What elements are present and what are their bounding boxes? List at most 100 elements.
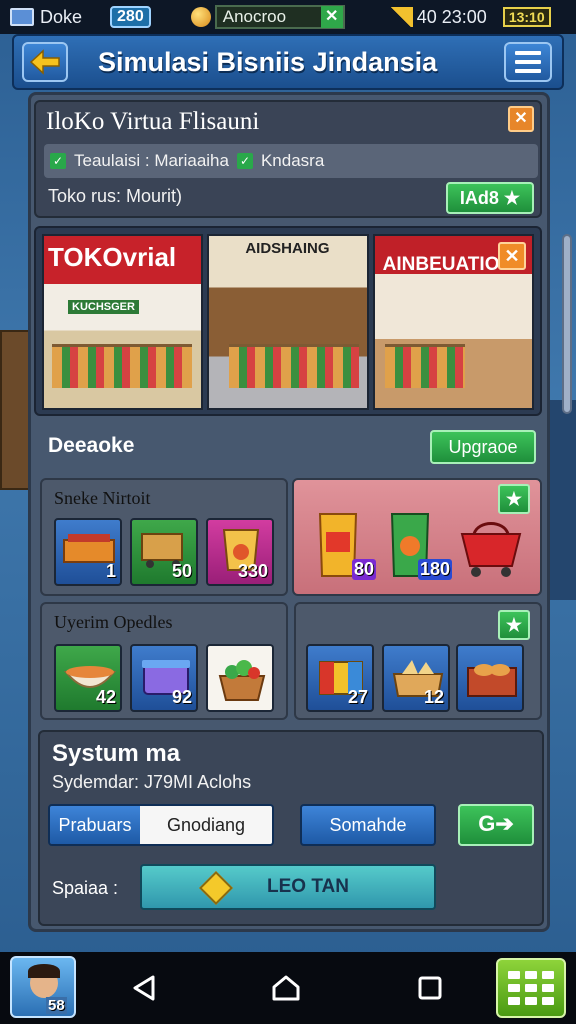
grid-cell	[542, 971, 554, 979]
background-shelf-left	[0, 330, 30, 490]
grid-cell	[525, 984, 537, 992]
grid-cell	[542, 997, 554, 1005]
segmented-control: Prabuars Gnodiang	[48, 804, 274, 846]
menu-icon-bar	[515, 60, 541, 64]
store-status: Toko rus: Mourit)	[48, 186, 183, 206]
grid-cell	[525, 971, 537, 979]
avatar[interactable]: 58	[10, 956, 76, 1018]
grid-menu-button[interactable]	[496, 958, 566, 1018]
upgrade-button[interactable]: Upgraoe	[430, 430, 536, 464]
store-tags: ✓ Teaulaisi : Mariaaiha ✓ Kndasra	[44, 144, 538, 178]
dish-item-2[interactable]: 92	[130, 644, 198, 712]
app-header: Simulasi Bisniis Jindansia	[12, 34, 564, 90]
stock-item-2[interactable]: 50	[130, 518, 198, 586]
page-title: Simulasi Bisniis Jindansia	[98, 46, 438, 77]
dish-item-2-value: 92	[171, 687, 192, 707]
back-button[interactable]	[22, 42, 68, 82]
section-label: Deeaoke	[48, 434, 135, 457]
promo-item-2-value: 180	[417, 559, 452, 580]
dish-item-1-value: 42	[95, 687, 116, 707]
stock-item-2-value: 50	[171, 561, 192, 581]
shop-image-1[interactable]: TOKOvrial KUCHSGER	[42, 234, 204, 410]
store-name: IloKo Virtua Flisauni	[46, 108, 260, 135]
status-pill: 280	[110, 6, 151, 28]
promo-item-2[interactable]: 180	[388, 512, 452, 582]
menu-icon-bar	[515, 51, 541, 55]
grid-cell	[525, 997, 537, 1005]
arrow-left-icon	[29, 49, 60, 75]
promo-item-1-value: 80	[351, 559, 376, 580]
box-item-1[interactable]: 27	[306, 644, 374, 712]
stock-item-1[interactable]: 1	[54, 518, 122, 586]
grid-cell	[508, 997, 520, 1005]
progress-label: LEO TAN	[267, 876, 349, 897]
system-title: Systum ma	[52, 740, 181, 767]
shop-image-2[interactable]: AIDSHAING	[207, 234, 369, 410]
navigation-bar: 58	[0, 952, 576, 1024]
stock-panel: Sneke Nirtoit 1 50 330	[40, 478, 288, 596]
dish-panel: Uyerim Opedles 42 92	[40, 602, 288, 720]
menu-icon-bar	[515, 69, 541, 73]
store-tag-2: Kndasra	[260, 151, 325, 170]
shop-3-shelf	[384, 344, 465, 388]
shop-1-subsign: KUCHSGER	[68, 300, 139, 314]
promo-item-1[interactable]: 80	[316, 512, 376, 582]
dish-item-1[interactable]: 42	[54, 644, 122, 712]
shop-2-sign: AIDSHAING	[245, 240, 330, 257]
grid-cell	[508, 984, 520, 992]
spaiaa-label: Spaiaa :	[52, 878, 119, 898]
shop-1-sign: TOKOvrial	[48, 242, 177, 272]
scrollbar[interactable]	[562, 234, 572, 414]
segment-prabuars[interactable]: Prabuars	[50, 806, 140, 844]
store-close-icon[interactable]: ✕	[508, 106, 534, 132]
status-bar: Doke 280 Anocroo ✕ 40 23:00 13:10	[0, 0, 576, 34]
vegetable-basket-icon	[218, 660, 266, 701]
triangle-back-icon	[133, 975, 155, 1001]
signal-icon	[388, 7, 413, 27]
check-icon: ✓	[236, 153, 253, 169]
promo-star-button[interactable]: ★	[498, 484, 530, 514]
status-time: 40 23:00	[416, 6, 487, 27]
nav-home-button[interactable]	[270, 972, 302, 1004]
dish-item-3[interactable]	[206, 644, 274, 712]
status-close-icon[interactable]: ✕	[320, 6, 343, 28]
grid-cell	[542, 984, 554, 992]
progress-bar[interactable]: LEO TAN	[140, 864, 436, 910]
bread-crate-icon	[467, 664, 517, 697]
store-tag-1: Teaulaisi : Mariaaiha	[74, 151, 229, 170]
somande-button[interactable]: Somahde	[300, 804, 436, 846]
add-button[interactable]: IAd8 ★	[446, 182, 534, 214]
system-subtitle: Sydemdar: J79MI Aclohs	[52, 772, 252, 792]
stock-panel-title: Sneke Nirtoit	[54, 488, 151, 508]
square-recents-icon	[418, 976, 442, 1000]
promo-panel: ★ 80 180	[292, 478, 542, 596]
box-item-3[interactable]	[456, 644, 524, 712]
menu-button[interactable]	[504, 42, 552, 82]
shop-1-shelf	[52, 344, 192, 388]
dish-panel-title: Uyerim Opedles	[54, 612, 173, 632]
nav-back-button[interactable]	[128, 972, 160, 1004]
stock-item-3[interactable]: 330	[206, 518, 274, 586]
grid-cell	[508, 971, 520, 979]
go-button[interactable]: G➔	[458, 804, 534, 846]
box-star-button[interactable]: ★	[498, 610, 530, 640]
store-card: IloKo Virtua Flisauni ✕ ✓ Teaulaisi : Ma…	[34, 100, 542, 218]
segment-gnodiang[interactable]: Gnodiang	[140, 806, 272, 844]
gallery-close-icon[interactable]: ✕	[497, 242, 526, 270]
battery-indicator: 13:10	[502, 7, 551, 27]
box-item-2-value: 12	[423, 687, 444, 707]
home-icon	[272, 975, 300, 1001]
stock-item-3-value: 330	[237, 561, 268, 581]
shop-image-3[interactable]: AINBEUATIOH ✕	[372, 234, 534, 410]
box-item-2[interactable]: 12	[382, 644, 450, 712]
stock-item-1-value: 1	[105, 561, 116, 581]
system-panel: Systum ma Sydemdar: J79MI Aclohs Prabuar…	[38, 730, 544, 926]
shop-2-shelf	[229, 344, 360, 388]
store-gallery: TOKOvrial KUCHSGER AIDSHAING AINBEUATIOH…	[34, 226, 542, 416]
shop-3-sign: AINBEUATIOH	[382, 254, 514, 275]
box-item-1-value: 27	[347, 687, 368, 707]
background-wall-right	[546, 400, 576, 600]
nav-recents-button[interactable]	[414, 972, 446, 1004]
shopping-basket-icon[interactable]	[456, 520, 526, 580]
status-app-label: Doke	[40, 6, 83, 27]
